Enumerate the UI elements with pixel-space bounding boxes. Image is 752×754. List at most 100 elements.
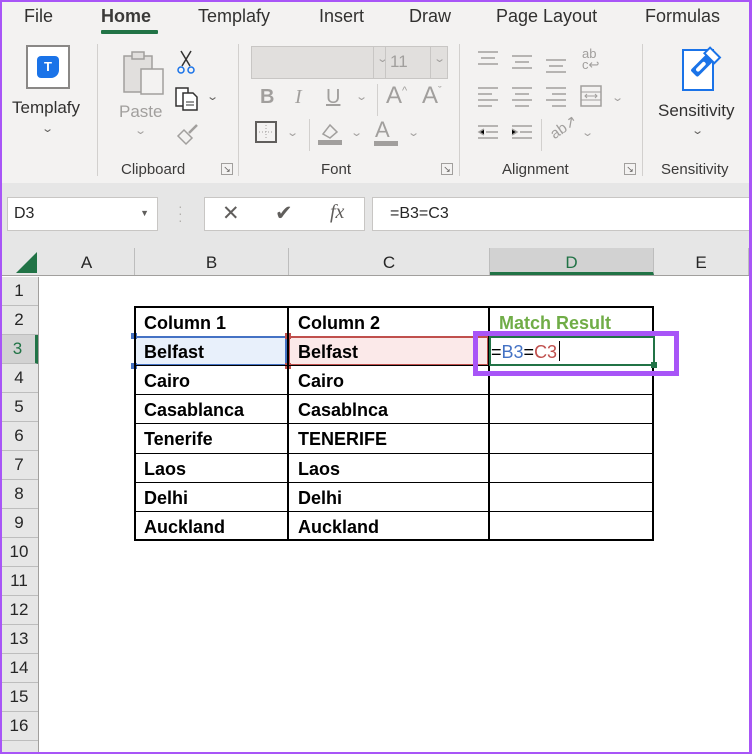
column-header-a[interactable]: A xyxy=(39,248,135,275)
group-separator xyxy=(642,44,643,176)
column-header-d[interactable]: D xyxy=(490,248,654,275)
annotation-highlight-box xyxy=(473,331,679,376)
increase-font-size-icon[interactable]: A^ xyxy=(386,82,407,110)
table-cell[interactable]: Cairo xyxy=(139,366,190,392)
formula-input[interactable]: =B3=C3 xyxy=(372,197,752,231)
decrease-font-size-icon[interactable]: Aˇ xyxy=(422,82,442,110)
name-box-value: D3 xyxy=(14,205,35,222)
table-cell[interactable]: Laos xyxy=(293,454,340,480)
divider xyxy=(430,47,431,78)
row-header-11[interactable]: 11 xyxy=(0,567,38,596)
enter-icon[interactable]: ✔ xyxy=(275,201,293,226)
alignment-launcher-icon[interactable]: ↘ xyxy=(624,163,636,175)
table-header-cell[interactable]: Column 1 xyxy=(139,308,226,334)
row-header-8[interactable]: 8 xyxy=(0,480,38,509)
column-header-e[interactable]: E xyxy=(654,248,749,275)
name-box-dropdown-icon[interactable]: ▼ xyxy=(140,208,149,218)
ribbon-tabs: File Home Templafy Insert Draw Page Layo… xyxy=(0,0,752,40)
borders-icon[interactable] xyxy=(254,120,278,144)
table-cell[interactable]: Auckland xyxy=(139,512,225,538)
table-cell[interactable]: Tenerife xyxy=(139,424,213,450)
copy-icon[interactable] xyxy=(174,86,200,112)
table-cell[interactable]: Belfast xyxy=(293,337,358,363)
top-align-icon xyxy=(478,51,498,65)
format-painter-icon[interactable] xyxy=(175,122,201,146)
table-cell[interactable]: Auckland xyxy=(293,512,379,538)
table-cell[interactable]: Delhi xyxy=(293,483,342,509)
formula-bar: D3 ▼ · · · ✕ ✔ fx =B3=C3 xyxy=(0,183,752,248)
row-header-14[interactable]: 14 xyxy=(0,654,38,683)
select-all-icon[interactable] xyxy=(16,252,37,273)
table-header-cell[interactable]: Column 2 xyxy=(293,308,380,334)
group-separator xyxy=(459,44,460,176)
table-cell[interactable]: TENERIFE xyxy=(293,424,387,450)
font-size-dropdown[interactable]: 11 ⌄ xyxy=(385,46,448,79)
row-header-5[interactable]: 5 xyxy=(0,393,38,422)
table-cell[interactable]: Delhi xyxy=(139,483,188,509)
row-header-3[interactable]: 3 xyxy=(0,335,38,364)
row-header-13[interactable]: 13 xyxy=(0,625,38,654)
cut-icon[interactable] xyxy=(176,49,196,75)
tab-templafy[interactable]: Templafy xyxy=(198,6,270,27)
tab-page-layout[interactable]: Page Layout xyxy=(496,6,597,27)
tab-file[interactable]: File xyxy=(24,6,53,27)
table-cell[interactable]: Casablanca xyxy=(139,395,244,421)
italic-button[interactable]: I xyxy=(295,86,302,109)
tab-insert[interactable]: Insert xyxy=(319,6,364,27)
formula-bar-buttons: ✕ ✔ fx xyxy=(204,197,365,231)
chevron-down-icon: ⌄ xyxy=(134,125,148,137)
increase-indent-icon xyxy=(511,125,532,139)
font-size-value: 11 xyxy=(390,52,408,71)
paste-icon xyxy=(123,51,164,95)
fill-color-icon[interactable] xyxy=(317,120,343,146)
row-header-15[interactable]: 15 xyxy=(0,683,38,712)
divider xyxy=(134,482,654,483)
paste-label: Paste xyxy=(119,102,163,121)
chevron-down-icon: ⌄ xyxy=(41,123,55,135)
column-header-c[interactable]: C xyxy=(289,248,490,275)
column-header-b[interactable]: B xyxy=(135,248,289,275)
bold-button[interactable]: B xyxy=(260,86,274,109)
row-header-1[interactable]: 1 xyxy=(0,277,38,306)
tab-formulas[interactable]: Formulas xyxy=(645,6,720,27)
underline-button[interactable]: U xyxy=(326,86,340,109)
templafy-logo-icon: T xyxy=(37,56,59,78)
clipboard-group-label: Clipboard xyxy=(121,161,186,178)
cancel-icon[interactable]: ✕ xyxy=(222,201,240,226)
tab-home[interactable]: Home xyxy=(101,6,151,27)
copy-dropdown-chevron-icon[interactable]: ⌄ xyxy=(206,90,219,103)
sensitivity-icon xyxy=(682,46,722,91)
table-cell[interactable]: Belfast xyxy=(139,337,204,363)
row-header-10[interactable]: 10 xyxy=(0,538,38,567)
row-header-9[interactable]: 9 xyxy=(0,509,38,538)
row-header-7[interactable]: 7 xyxy=(0,451,38,480)
row-header-12[interactable]: 12 xyxy=(0,596,38,625)
orientation-dropdown-chevron-icon[interactable]: ⌄ xyxy=(581,126,594,139)
underline-dropdown-chevron-icon[interactable]: ⌄ xyxy=(355,90,368,103)
font-launcher-icon[interactable]: ↘ xyxy=(441,163,453,175)
merge-dropdown-chevron-icon[interactable]: ⌄ xyxy=(611,91,624,104)
merge-center-icon[interactable] xyxy=(579,84,603,108)
wrap-text-icon[interactable]: ab c↩ xyxy=(582,47,599,71)
middle-align-icon xyxy=(512,55,532,69)
tab-draw[interactable]: Draw xyxy=(409,6,451,27)
row-header-4[interactable]: 4 xyxy=(0,364,38,393)
formula-bar-resize-handle[interactable]: · · · xyxy=(178,199,183,227)
row-header-2[interactable]: 2 xyxy=(0,306,38,335)
borders-dropdown-chevron-icon[interactable]: ⌄ xyxy=(286,126,299,139)
fill-color-dropdown-chevron-icon[interactable]: ⌄ xyxy=(350,126,363,139)
name-box[interactable]: D3 ▼ xyxy=(7,197,158,231)
table-cell[interactable]: Laos xyxy=(139,454,186,480)
table-cell[interactable]: Casablnca xyxy=(293,395,388,421)
bottom-align-icon xyxy=(546,59,566,73)
divider xyxy=(134,453,654,454)
clipboard-launcher-icon[interactable]: ↘ xyxy=(221,163,233,175)
font-color-dropdown-chevron-icon[interactable]: ⌄ xyxy=(407,126,420,139)
font-color-swatch xyxy=(374,141,398,146)
row-header-16[interactable]: 16 xyxy=(0,712,38,741)
column-headers: A B C D E xyxy=(0,248,752,276)
table-cell[interactable]: Cairo xyxy=(293,366,344,392)
insert-function-icon[interactable]: fx xyxy=(330,201,344,224)
row-header-6[interactable]: 6 xyxy=(0,422,38,451)
group-separator xyxy=(238,44,239,176)
